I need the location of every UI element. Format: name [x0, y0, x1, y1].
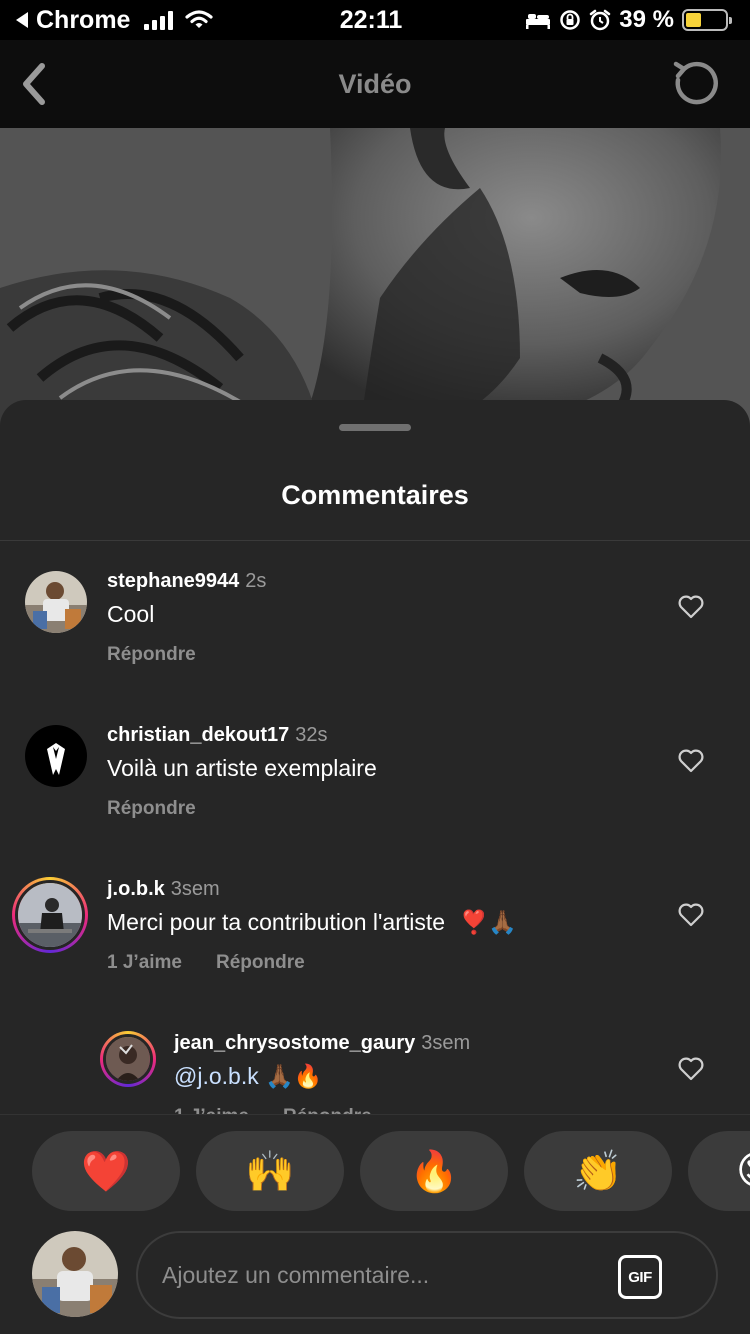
- avatar: [15, 880, 85, 950]
- reply-button[interactable]: Répondre: [216, 952, 305, 974]
- status-bar: Chrome 22:11 39 %: [0, 0, 750, 40]
- avatar-story-ring[interactable]: [12, 877, 88, 953]
- heart-icon[interactable]: [678, 749, 704, 773]
- reply-button[interactable]: Répondre: [283, 1106, 372, 1114]
- reaction-raising-hands-button[interactable]: 🙌: [196, 1131, 344, 1211]
- reaction-clap-button[interactable]: 👏: [524, 1131, 672, 1211]
- comment-actions: Répondre: [107, 644, 196, 666]
- comment-time: 3sem: [170, 878, 220, 900]
- comment-input[interactable]: [162, 1255, 602, 1295]
- comment-actions: 1 J’aime Répondre: [107, 952, 305, 974]
- comment-time: 32s: [295, 724, 328, 746]
- drag-handle[interactable]: [339, 424, 411, 431]
- likes-count[interactable]: 1 J’aime: [174, 1106, 249, 1114]
- back-app-label[interactable]: Chrome: [36, 6, 130, 35]
- avatar[interactable]: [25, 571, 87, 633]
- reaction-bar: ❤️ 🙌 🔥 👏 😍 GIF: [0, 1114, 750, 1334]
- comment-actions: 1 J’aime Répondre: [174, 1106, 372, 1114]
- nav-bar: Vidéo: [0, 40, 750, 128]
- gif-button[interactable]: GIF: [618, 1255, 662, 1299]
- comment-time: 3sem: [421, 1032, 471, 1054]
- reaction-heart-eyes-button[interactable]: 😍: [688, 1131, 750, 1211]
- video-preview[interactable]: [0, 128, 750, 428]
- sheet-title: Commentaires: [281, 480, 469, 510]
- comment-text: @j.o.b.k 🙏🏾🔥: [174, 1063, 322, 1090]
- chevron-left-icon[interactable]: [14, 58, 54, 110]
- status-left: Chrome: [14, 6, 264, 35]
- comment-emojis: 🙏🏾🔥: [265, 1063, 323, 1089]
- comment-text: Cool: [107, 601, 155, 627]
- battery-icon: [682, 9, 732, 31]
- comment-list[interactable]: stephane9944 2s Cool Répondre christian_d…: [0, 541, 750, 1114]
- heart-icon[interactable]: [678, 1057, 704, 1081]
- reply-button[interactable]: Répondre: [107, 644, 196, 666]
- comment-username[interactable]: j.o.b.k 3sem: [107, 878, 220, 901]
- cellular-signal-icon: [144, 10, 174, 30]
- refresh-icon[interactable]: [670, 58, 720, 108]
- comment-text: Merci pour ta contribution l'artiste ❣️🙏…: [107, 909, 517, 935]
- back-triangle-icon[interactable]: [14, 11, 30, 29]
- rotation-lock-icon: [560, 10, 581, 30]
- comment-actions: Répondre: [107, 798, 196, 820]
- current-user-avatar: [32, 1231, 118, 1317]
- reply-comment-item: jean_chrysostome_gaury 3sem @j.o.b.k 🙏🏾🔥 …: [0, 1003, 750, 1114]
- comment-emojis: ❣️🙏🏾: [459, 909, 517, 935]
- status-right: 39 %: [478, 6, 732, 34]
- reaction-fire-button[interactable]: 🔥: [360, 1131, 508, 1211]
- comments-sheet: Commentaires stephane9944 2s Cool Répondr…: [0, 400, 750, 1334]
- comment-item: stephane9944 2s Cool Répondre: [0, 541, 750, 695]
- comment-username[interactable]: christian_dekout17 32s: [107, 724, 328, 747]
- avatar[interactable]: [25, 725, 87, 787]
- likes-count[interactable]: 1 J’aime: [107, 952, 182, 974]
- reaction-heart-button[interactable]: ❤️: [32, 1131, 180, 1211]
- avatar-story-ring[interactable]: [100, 1031, 156, 1087]
- alarm-icon: [590, 9, 611, 31]
- video-frame-image: [0, 128, 750, 428]
- bed-icon: [526, 14, 551, 29]
- status-time: 22:11: [339, 5, 403, 34]
- comment-item: j.o.b.k 3sem Merci pour ta contribution l…: [0, 849, 750, 1003]
- avatar: [103, 1034, 153, 1084]
- reply-button[interactable]: Répondre: [107, 798, 196, 820]
- page-title: Vidéo: [338, 68, 412, 99]
- comment-composer: GIF: [136, 1231, 718, 1319]
- wifi-icon: [185, 10, 214, 28]
- mention-link[interactable]: @j.o.b.k: [174, 1063, 259, 1089]
- battery-percent: 39 %: [619, 6, 674, 33]
- comment-time: 2s: [245, 570, 267, 592]
- comment-item: christian_dekout17 32s Voilà un artiste e…: [0, 695, 750, 849]
- heart-icon[interactable]: [678, 903, 704, 927]
- comment-text: Voilà un artiste exemplaire: [107, 755, 377, 781]
- comment-username[interactable]: stephane9944 2s: [107, 570, 266, 593]
- heart-icon[interactable]: [678, 595, 704, 619]
- comment-username[interactable]: jean_chrysostome_gaury 3sem: [174, 1032, 470, 1055]
